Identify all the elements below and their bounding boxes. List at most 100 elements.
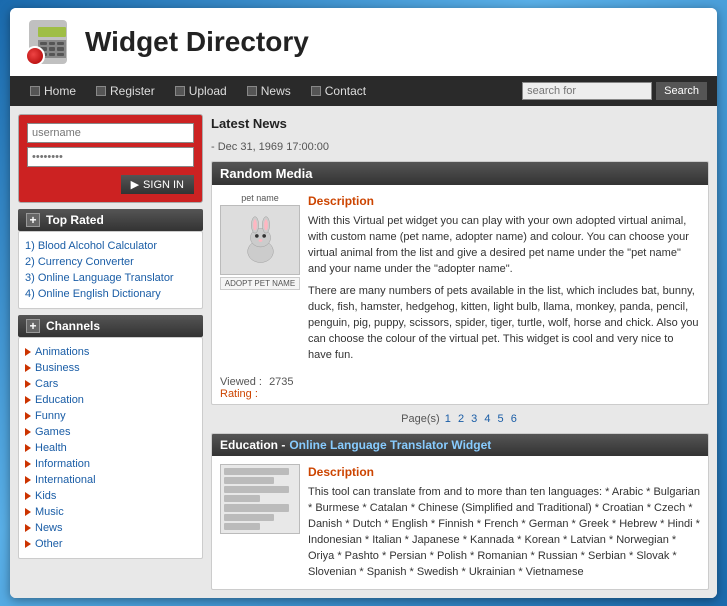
date-line: - Dec 31, 1969 17:00:00 bbox=[211, 139, 709, 155]
latest-news-title: Latest News bbox=[211, 114, 709, 133]
arrow-icon bbox=[25, 348, 31, 356]
widget1-header: Random Media bbox=[212, 162, 708, 185]
viewed-label: Viewed : 2735 bbox=[220, 376, 294, 388]
page-5[interactable]: 5 bbox=[498, 413, 504, 425]
edu-category: Education - bbox=[220, 438, 285, 452]
channels-section: + Channels Animations Business Cars bbox=[18, 315, 203, 559]
channel-label: Games bbox=[35, 426, 70, 438]
channel-label: Education bbox=[35, 394, 84, 406]
channel-cars[interactable]: Cars bbox=[25, 376, 196, 392]
nav-contact[interactable]: Contact bbox=[301, 76, 376, 106]
nav-news-label: News bbox=[261, 84, 291, 98]
signin-label: SIGN IN bbox=[143, 179, 184, 191]
arrow-icon bbox=[25, 380, 31, 388]
channels-plus-icon: + bbox=[26, 319, 40, 333]
nav-register-label: Register bbox=[110, 84, 155, 98]
widget2-desc: Description This tool can translate from… bbox=[308, 464, 700, 581]
channel-label: Business bbox=[35, 362, 80, 374]
channel-label: Kids bbox=[35, 490, 56, 502]
page-4[interactable]: 4 bbox=[484, 413, 490, 425]
page-3[interactable]: 3 bbox=[471, 413, 477, 425]
widget-card-1: Random Media pet name bbox=[211, 161, 709, 405]
navbar: Home Register Upload News Contact Search bbox=[10, 76, 717, 106]
edu-title-link[interactable]: Online Language Translator Widget bbox=[289, 438, 491, 452]
widget1-desc: Description With this Virtual pet widget… bbox=[308, 193, 700, 364]
channel-news[interactable]: News bbox=[25, 520, 196, 536]
header: Widget Directory bbox=[10, 8, 717, 76]
search-area: Search bbox=[522, 82, 707, 100]
arrow-icon bbox=[25, 428, 31, 436]
channel-other[interactable]: Other bbox=[25, 536, 196, 552]
widget1-description1: With this Virtual pet widget you can pla… bbox=[308, 214, 700, 278]
widget1-body: pet name bbox=[212, 185, 708, 372]
main-content: Latest News - Dec 31, 1969 17:00:00 Rand… bbox=[203, 114, 709, 590]
channel-games[interactable]: Games bbox=[25, 424, 196, 440]
rating-label: Rating : bbox=[220, 388, 258, 400]
nav-home-label: Home bbox=[44, 84, 76, 98]
channel-information[interactable]: Information bbox=[25, 456, 196, 472]
channel-label: Information bbox=[35, 458, 90, 470]
channels-header: + Channels bbox=[18, 315, 203, 337]
arrow-icon bbox=[25, 508, 31, 516]
channel-animations[interactable]: Animations bbox=[25, 344, 196, 360]
channel-music[interactable]: Music bbox=[25, 504, 196, 520]
thumb-img bbox=[220, 205, 300, 275]
top-rated-item-1[interactable]: 1) Blood Alcohol Calculator bbox=[25, 238, 196, 254]
channel-kids[interactable]: Kids bbox=[25, 488, 196, 504]
channel-international[interactable]: International bbox=[25, 472, 196, 488]
nav-register-checkbox bbox=[96, 86, 106, 96]
channel-label: Other bbox=[35, 538, 63, 550]
search-input[interactable] bbox=[522, 82, 652, 100]
page-1[interactable]: 1 bbox=[445, 413, 451, 425]
widget2-body: Description This tool can translate from… bbox=[212, 456, 708, 589]
page-6[interactable]: 6 bbox=[511, 413, 517, 425]
logo-icon bbox=[25, 18, 73, 66]
nav-news-checkbox bbox=[247, 86, 257, 96]
plus-sign: ▶ bbox=[131, 178, 139, 191]
password-field[interactable] bbox=[27, 147, 194, 167]
page-2[interactable]: 2 bbox=[458, 413, 464, 425]
nav-register[interactable]: Register bbox=[86, 76, 165, 106]
top-rated-box: 1) Blood Alcohol Calculator 2) Currency … bbox=[18, 231, 203, 309]
widget1-meta: Viewed : 2735 Rating : bbox=[212, 372, 708, 404]
channel-business[interactable]: Business bbox=[25, 360, 196, 376]
channel-label: Cars bbox=[35, 378, 58, 390]
sidebar: ▶ SIGN IN + Top Rated 1) Blood Alcohol C… bbox=[18, 114, 203, 590]
arrow-icon bbox=[25, 492, 31, 500]
top-rated-item-4[interactable]: 4) Online English Dictionary bbox=[25, 286, 196, 302]
nav-contact-checkbox bbox=[311, 86, 321, 96]
arrow-icon bbox=[25, 476, 31, 484]
nav-items: Home Register Upload News Contact bbox=[20, 76, 522, 106]
channel-label: Music bbox=[35, 506, 64, 518]
channel-label: Animations bbox=[35, 346, 89, 358]
nav-news[interactable]: News bbox=[237, 76, 301, 106]
top-rated-title: Top Rated bbox=[46, 213, 104, 227]
login-box: ▶ SIGN IN bbox=[18, 114, 203, 203]
widget2-description: This tool can translate from and to more… bbox=[308, 485, 700, 581]
search-button[interactable]: Search bbox=[656, 82, 707, 100]
widget2-header: Education - Online Language Translator W… bbox=[212, 434, 708, 456]
top-rated-item-2[interactable]: 2) Currency Converter bbox=[25, 254, 196, 270]
channel-label: News bbox=[35, 522, 63, 534]
widget2-desc-title: Description bbox=[308, 464, 700, 481]
pagination-label: Page(s) bbox=[401, 413, 440, 425]
arrow-icon bbox=[25, 396, 31, 404]
nav-home[interactable]: Home bbox=[20, 76, 86, 106]
nav-upload[interactable]: Upload bbox=[165, 76, 237, 106]
channel-label: International bbox=[35, 474, 96, 486]
signin-button[interactable]: ▶ SIGN IN bbox=[121, 175, 194, 194]
channel-label: Health bbox=[35, 442, 67, 454]
arrow-icon bbox=[25, 540, 31, 548]
channel-funny[interactable]: Funny bbox=[25, 408, 196, 424]
channels-box: Animations Business Cars Education bbox=[18, 337, 203, 559]
arrow-icon bbox=[25, 412, 31, 420]
nav-upload-label: Upload bbox=[189, 84, 227, 98]
widget1-description2: There are many numbers of pets available… bbox=[308, 284, 700, 364]
channel-education[interactable]: Education bbox=[25, 392, 196, 408]
channel-label: Funny bbox=[35, 410, 66, 422]
top-rated-item-3[interactable]: 3) Online Language Translator bbox=[25, 270, 196, 286]
nav-contact-label: Contact bbox=[325, 84, 366, 98]
channel-health[interactable]: Health bbox=[25, 440, 196, 456]
username-field[interactable] bbox=[27, 123, 194, 143]
thumb-footer: ADOPT PET NAME bbox=[220, 277, 300, 290]
